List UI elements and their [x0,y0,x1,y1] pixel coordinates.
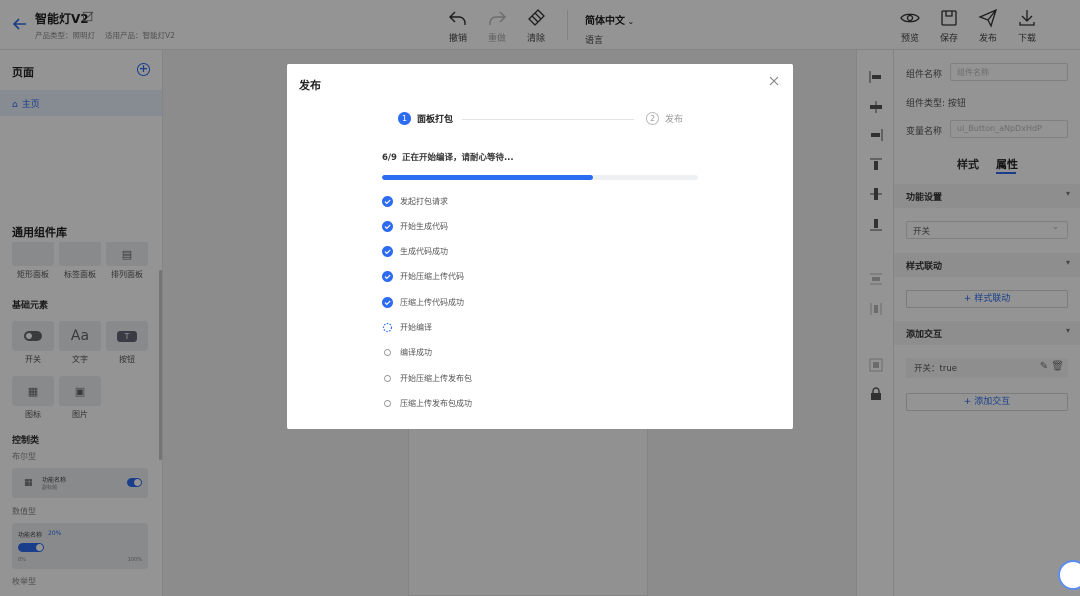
progress-count: 6/9 [382,153,397,163]
step-connector [462,119,634,120]
check-circle-icon [382,296,393,308]
progress-fill [382,175,593,180]
task-item: 生成代码成功 [382,246,448,258]
task-item: 发起打包请求 [382,195,448,207]
task-item: 开始编译 [382,322,432,334]
task-label: 生成代码成功 [400,247,448,257]
task-item: 开始压缩上传发布包 [382,372,472,384]
task-label: 开始压缩上传发布包 [400,373,472,383]
check-circle-icon [382,195,393,207]
modal-title: 发布 [299,79,321,92]
task-item: 压缩上传代码成功 [382,296,464,308]
progress-status: 6/9 正在开始编译，请耐心等待... [382,151,514,163]
publish-modal: 发布 1 面板打包 2 发布 6/9 正在开始编译，请耐心等待... 发起打包请求… [287,64,793,429]
progress-message: 正在开始编译，请耐心等待... [401,153,514,163]
check-circle-icon [382,220,393,232]
step-label: 发布 [665,115,684,125]
task-label: 压缩上传代码成功 [400,297,464,307]
task-item: 编译成功 [382,347,432,359]
task-label: 压缩上传发布包成功 [400,398,472,408]
step-number: 2 [646,112,659,125]
step-publish: 2 发布 [646,112,683,125]
pending-circle-icon [382,347,393,358]
task-item: 开始生成代码 [382,220,448,232]
progress-bar [382,175,698,180]
close-icon[interactable] [767,74,781,88]
step-label: 面板打包 [417,115,454,125]
pending-circle-icon [382,373,393,384]
assistant-bot-icon[interactable] [1058,560,1080,590]
task-label: 开始编译 [400,323,432,332]
task-label: 开始压缩上传代码 [400,272,464,282]
check-circle-icon [382,246,393,258]
task-item: 开始压缩上传代码 [382,271,464,283]
pending-circle-icon [382,398,393,409]
spinner-icon [382,322,393,333]
check-circle-icon [382,271,393,283]
task-item: 压缩上传发布包成功 [382,397,472,409]
task-label: 开始生成代码 [400,221,448,231]
step-number: 1 [398,112,411,125]
step-package: 1 面板打包 [398,112,453,125]
task-label: 发起打包请求 [400,196,448,206]
task-label: 编译成功 [400,348,432,358]
